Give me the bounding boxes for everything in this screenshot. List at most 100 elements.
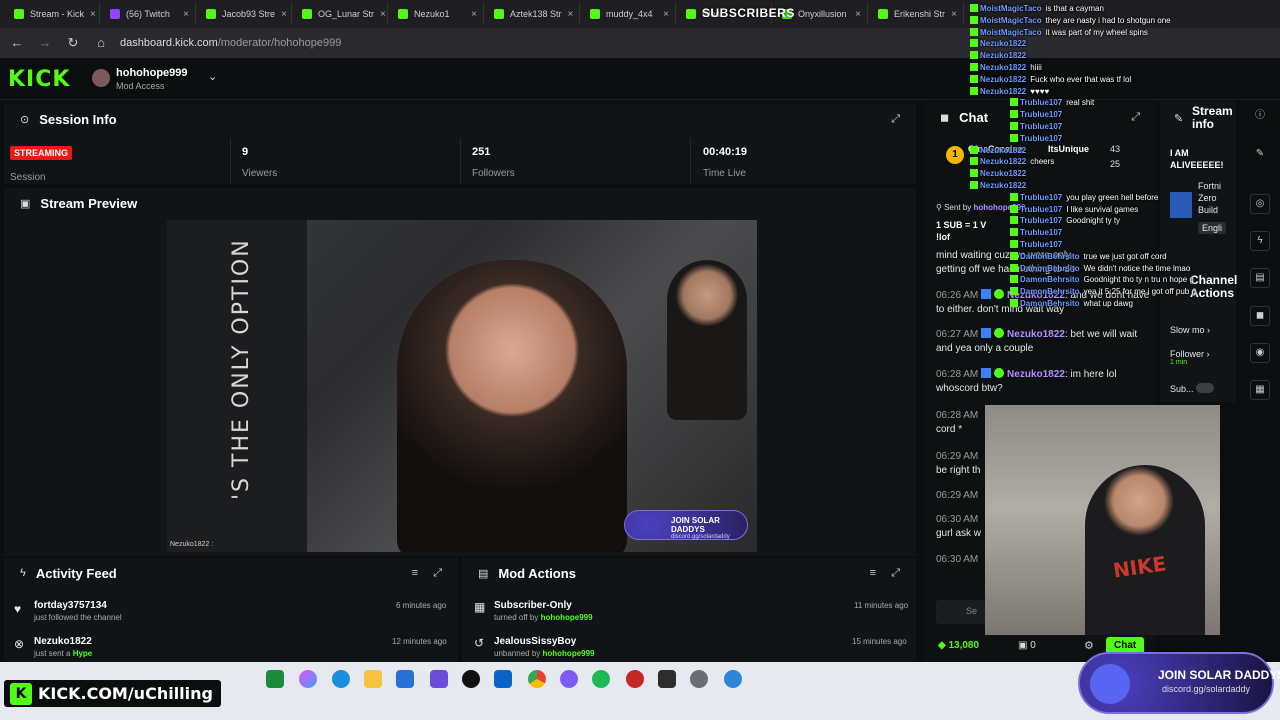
overlay-chat-line: Nezuko1822 Fuck who ever that was tf lol <box>970 74 1131 84</box>
discord-icon[interactable] <box>560 670 578 688</box>
home-icon[interactable]: ⌂ <box>92 34 110 52</box>
settings-icon[interactable] <box>690 670 708 688</box>
close-icon[interactable]: × <box>855 9 861 20</box>
epic-games-icon[interactable] <box>658 670 676 688</box>
gear-icon[interactable]: ⚙ <box>1084 639 1094 652</box>
grid-icon: ▦ <box>474 600 486 614</box>
chat-bubble-icon: ◼ <box>940 111 950 124</box>
overlay-chat-line: Trublue107 I like survival games <box>1010 204 1138 214</box>
kick-badge-icon <box>1010 275 1018 284</box>
target-icon[interactable]: ◎ <box>1250 194 1270 214</box>
slow-mode-toggle[interactable]: Slow mo › <box>1170 325 1210 335</box>
pinned-message: !lof <box>936 232 950 242</box>
overlay-chat-line: Trublue107 real shit <box>1010 98 1094 107</box>
mod-badge-icon <box>981 328 992 338</box>
close-icon[interactable]: × <box>471 9 477 20</box>
kick-badge-icon <box>970 15 978 24</box>
url-field[interactable]: dashboard.kick.com/moderator/hohohope999 <box>120 37 341 49</box>
layout-icon[interactable]: ▦ <box>1250 380 1270 400</box>
app-icon-2[interactable] <box>724 670 742 688</box>
undo-icon: ↺ <box>474 636 485 650</box>
game-category[interactable]: Fortni Zero Build <box>1198 180 1221 216</box>
tab-jacob93[interactable]: Jacob93 Stre × <box>200 3 292 25</box>
chat-input[interactable]: Se <box>936 600 986 624</box>
chat-message: 06:30 AM gurl ask w <box>936 514 982 539</box>
kicks-balance[interactable]: ◆ 13,080 <box>938 640 979 651</box>
close-icon[interactable]: × <box>951 9 957 20</box>
panel-title: Session Info <box>39 111 117 127</box>
stat-followers: 251 Followers <box>472 146 515 179</box>
follower-mode-toggle[interactable]: Follower › 1 min <box>1170 349 1210 366</box>
folder-icon[interactable] <box>364 670 382 688</box>
kick-badge-icon <box>1010 192 1018 201</box>
store-icon[interactable] <box>396 670 414 688</box>
kick-favicon-icon <box>206 9 216 19</box>
divider <box>460 138 461 184</box>
document-icon: ▤ <box>478 567 489 580</box>
info-icon[interactable]: ⓘ <box>1250 107 1270 127</box>
popout-icon[interactable]: ⤢ <box>891 567 900 580</box>
forward-icon[interactable]: → <box>36 34 54 52</box>
nvidia-icon[interactable] <box>266 670 284 688</box>
close-icon[interactable]: × <box>663 9 669 20</box>
back-icon[interactable]: ← <box>8 34 26 52</box>
channel-name[interactable]: hohohope999 <box>116 67 188 79</box>
tab-twitch[interactable]: (56) Twitch × <box>104 3 196 25</box>
tab-stream-kick[interactable]: Stream - Kick × <box>8 3 100 25</box>
list-item: fortday3757134 just followed the channel <box>34 600 122 622</box>
kick-logo[interactable]: KICK <box>8 67 70 92</box>
pencil-icon[interactable]: ✎ <box>1250 145 1270 165</box>
subscriber-mode-toggle[interactable]: Sub... <box>1170 383 1215 394</box>
kick-favicon-icon <box>14 9 24 19</box>
overlay-chat-line: Nezuko1822 <box>970 181 1030 190</box>
kick-ad-banner: K KICK.COM/uChilling <box>4 680 221 707</box>
document-icon[interactable]: ▤ <box>1250 268 1270 288</box>
tab-erikenshi[interactable]: Erikenshi Str × <box>872 3 964 25</box>
chevron-right-icon: › <box>1206 349 1210 359</box>
kick-badge-icon <box>1010 263 1018 272</box>
mail-icon[interactable] <box>494 670 512 688</box>
copilot-icon[interactable] <box>299 670 317 688</box>
filter-icon[interactable]: ≡ <box>870 567 876 579</box>
stream-chat-overlay: MoistMagicTaco is that a cayman MoistMagic… <box>970 4 1196 308</box>
obs-icon[interactable] <box>626 670 644 688</box>
close-icon[interactable]: × <box>380 9 386 20</box>
tab-aztek[interactable]: Aztek138 Str × <box>488 3 580 25</box>
stat-viewers: 9 Viewers <box>242 146 278 179</box>
popout-icon[interactable]: ⤢ <box>891 113 900 126</box>
app-icon[interactable] <box>430 670 448 688</box>
tiktok-icon[interactable] <box>462 670 480 688</box>
discord-logo-icon <box>1090 664 1130 704</box>
gift-icon: ▣ <box>1018 640 1031 651</box>
twitch-favicon-icon <box>110 9 120 19</box>
kick-badge-icon <box>970 74 978 83</box>
gift-count[interactable]: ▣ 0 <box>1018 640 1036 651</box>
broadcast-icon[interactable]: ◉ <box>1250 343 1270 363</box>
kick-badge-icon <box>1010 299 1018 307</box>
tab-muddy[interactable]: muddy_4x4 × <box>584 3 676 25</box>
spotify-icon[interactable] <box>592 670 610 688</box>
close-icon[interactable]: × <box>568 9 574 20</box>
chat-bubble-icon[interactable]: ◼ <box>1250 306 1270 326</box>
filter-icon[interactable]: ≡ <box>412 567 418 579</box>
reload-icon[interactable]: ↻ <box>64 34 82 52</box>
gift-badge-icon: 1 <box>946 146 964 164</box>
popout-icon[interactable]: ⤢ <box>433 567 442 580</box>
chrome-icon[interactable] <box>528 670 546 688</box>
overlay-chat-line: Trublue107 <box>1010 228 1066 237</box>
close-icon[interactable]: × <box>90 9 96 20</box>
kick-badge-icon <box>970 157 978 166</box>
close-icon[interactable]: × <box>281 9 287 20</box>
avatar <box>92 69 110 87</box>
close-icon[interactable]: × <box>183 9 189 20</box>
kick-badge-icon <box>970 63 978 71</box>
tab-nezuko[interactable]: Nezuko1 × <box>392 3 484 25</box>
stream-video[interactable]: 'S THE ONLY OPTION <box>167 220 757 552</box>
tab-og-lunar[interactable]: OG_Lunar Str × <box>296 3 388 25</box>
chat-message: 06:28 AM Nezuko1822: im here lol whoscor… <box>936 368 1117 394</box>
toggle-switch[interactable] <box>1196 383 1215 393</box>
chevron-down-icon[interactable]: ⌄ <box>208 70 217 83</box>
bolt-icon[interactable]: ϟ <box>1250 231 1270 251</box>
edge-icon[interactable] <box>332 670 350 688</box>
chat-message: 06:29 AM <box>936 490 979 501</box>
